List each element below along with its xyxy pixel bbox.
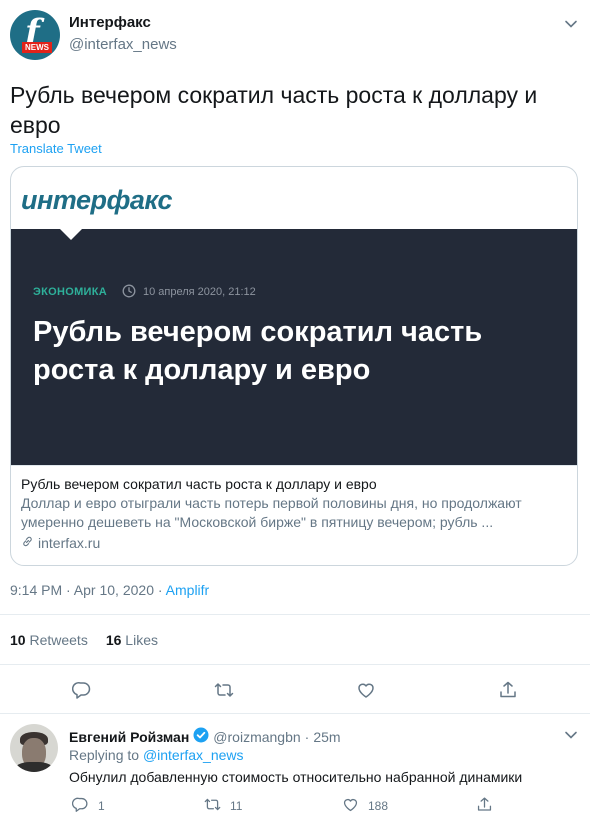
share-icon: [476, 796, 502, 816]
likes-label: Likes: [121, 632, 158, 648]
reply-author-name[interactable]: Евгений Ройзман: [69, 729, 189, 745]
hero-notch: [59, 228, 83, 240]
divider: [0, 713, 590, 714]
share-icon[interactable]: [498, 680, 518, 700]
link-icon: [21, 534, 38, 553]
avatar-shirt: [14, 762, 54, 772]
card-title: Рубль вечером сократил часть роста к дол…: [21, 476, 377, 492]
author-name[interactable]: Интерфакс: [69, 14, 151, 31]
author-avatar[interactable]: f NEWS: [10, 10, 60, 60]
reply-text: Обнулил добавленную стоимость относитель…: [69, 769, 523, 785]
chevron-down-icon[interactable]: [564, 728, 578, 742]
retweets-label: Retweets: [25, 632, 88, 648]
retweet-icon[interactable]: [214, 680, 234, 700]
reply-retweet-count: 11: [230, 799, 243, 813]
divider: [0, 664, 590, 665]
reply-author-handle[interactable]: @roizmangbn: [213, 729, 300, 745]
reply-actions: 1 11 188: [0, 796, 590, 816]
link-card[interactable]: интерфакс ЭКОНОМИКА 10 апреля 2020, 21:1…: [10, 166, 578, 566]
card-body: Рубль вечером сократил часть роста к дол…: [11, 465, 577, 565]
reply-icon: [71, 796, 98, 816]
card-logo: интерфакс: [21, 185, 173, 215]
chevron-down-icon[interactable]: [564, 17, 578, 31]
replying-to: Replying to @interfax_news: [69, 747, 244, 763]
translate-tweet-link[interactable]: Translate Tweet: [10, 141, 102, 156]
likes-stat[interactable]: 16 Likes: [106, 632, 158, 648]
like-icon: [342, 796, 368, 816]
reply-like-count: 188: [368, 799, 389, 813]
retweets-stat[interactable]: 10 Retweets: [10, 632, 88, 648]
tweet-source[interactable]: Amplifr: [166, 582, 210, 598]
tweet-timestamp[interactable]: 9:14 PM · Apr 10, 2020 ·: [10, 582, 166, 598]
reply-like-button[interactable]: 188: [342, 796, 388, 816]
likes-count: 16: [105, 632, 122, 648]
reply-time[interactable]: 25m: [313, 729, 340, 745]
author-handle[interactable]: @interfax_news: [69, 36, 177, 53]
verified-icon: [189, 727, 213, 746]
separator-dot: ·: [304, 728, 310, 745]
hero-title: Рубль вечером сократил часть роста к дол…: [33, 316, 483, 386]
retweets-count: 10: [10, 632, 26, 648]
reply-reply-button[interactable]: 1: [71, 796, 105, 816]
card-description: Доллар и евро отыграли часть потерь перв…: [21, 495, 522, 530]
card-domain: interfax.ru: [21, 534, 569, 553]
tweet-stats: 10 Retweets 16 Likes: [10, 632, 158, 648]
card-domain-text: interfax.ru: [38, 535, 101, 551]
tweet-meta: 9:14 PM · Apr 10, 2020 · Amplifr: [10, 582, 209, 598]
retweet-icon: [204, 796, 230, 816]
card-hero-image: ЭКОНОМИКА 10 апреля 2020, 21:12 Рубль ве…: [11, 228, 577, 465]
reply-author-avatar[interactable]: [10, 724, 58, 772]
reply-retweet-button[interactable]: 11: [204, 796, 242, 816]
tweet-actions: [0, 680, 590, 702]
hero-category: ЭКОНОМИКА: [33, 286, 108, 298]
hero-date: 10 апреля 2020, 21:12: [143, 286, 256, 298]
avatar-badge: NEWS: [22, 42, 52, 53]
divider: [0, 614, 590, 615]
reply-header: Евгений Ройзман @roizmangbn · 25m: [69, 727, 341, 746]
tweet-text: Рубль вечером сократил часть роста к дол…: [10, 82, 538, 138]
reply-reply-count: 1: [98, 799, 105, 813]
reply-share-button[interactable]: [476, 796, 502, 816]
replying-prefix: Replying to: [69, 747, 143, 763]
reply-icon[interactable]: [71, 680, 92, 700]
like-icon[interactable]: [356, 680, 376, 700]
clock-icon: [122, 284, 136, 298]
replying-to-mention[interactable]: @interfax_news: [143, 747, 244, 763]
